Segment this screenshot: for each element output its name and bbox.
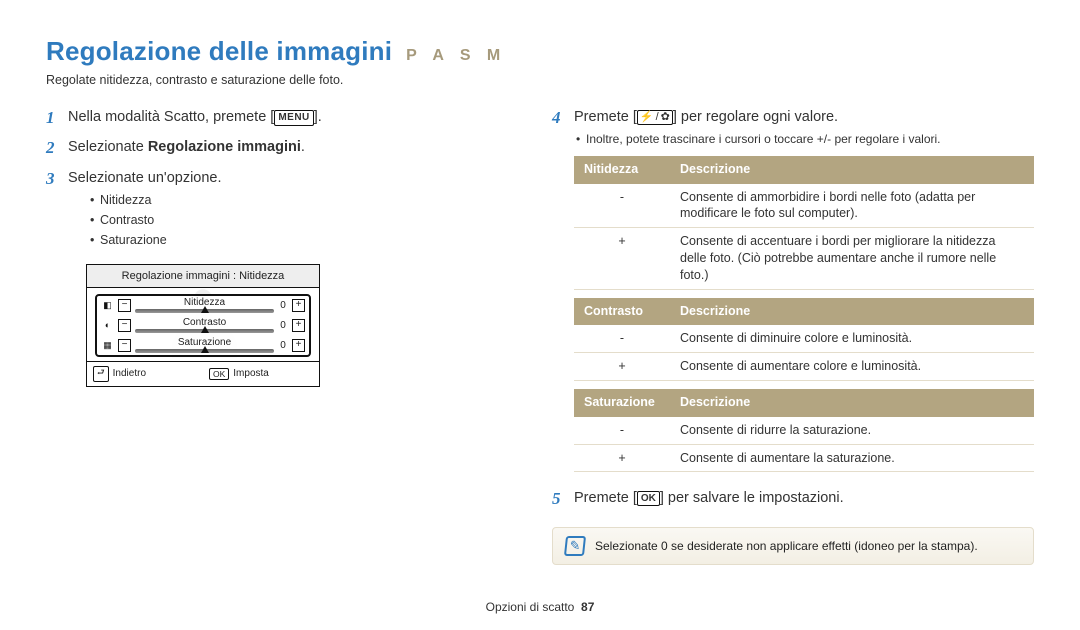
step-2-text-post: . [301,139,305,155]
cell-sign: - [574,184,670,228]
option-saturazione: Saturazione [90,230,506,250]
step-4-note: Inoltre, potete trascinare i cursori o t… [574,131,1034,148]
table-row: + Consente di aumentare colore e luminos… [574,353,1034,381]
plus-button[interactable]: + [292,339,305,352]
th-contrasto: Contrasto [574,298,670,326]
cell-text: Consente di aumentare colore e luminosit… [670,353,1034,381]
slider-value: 0 [278,340,288,351]
menu-icon: MENU [274,110,313,126]
slider-row-contrasto: ◐ − Contrasto 0 + [97,315,309,335]
step-5: Premete [OK] per salvare le impostazioni… [552,488,1034,508]
cell-text: Consente di aumentare la saturazione. [670,444,1034,472]
th-saturazione: Saturazione [574,389,670,417]
macro-icon: ✿ [661,111,670,124]
note-text: Selezionate 0 se desiderate non applicar… [595,539,978,553]
step-4-post: ] per regolare ogni valore. [673,109,838,125]
cell-sign: + [574,228,670,290]
option-nitidezza: Nitidezza [90,190,506,210]
footer-section: Opzioni di scatto [486,600,575,614]
slider-thumb-icon [201,326,209,333]
table-row: - Consente di ridurre la saturazione. [574,417,1034,444]
step-5-pre: Premete [ [574,490,637,506]
flash-icon: ⚡ [640,111,654,124]
th-nitidezza: Nitidezza [574,156,670,184]
contrast-row-icon: ◐ [101,320,114,331]
table-contrasto: Contrasto Descrizione - Consente di dimi… [574,298,1034,381]
footer-page-number: 87 [581,600,594,614]
table-row: + Consente di aumentare la saturazione. [574,444,1034,472]
minus-button[interactable]: − [118,319,131,332]
step-4-pre: Premete [ [574,109,637,125]
step-1-text-post: ]. [314,109,322,125]
slider-track[interactable] [135,309,274,313]
note-box: ✎ Selezionate 0 se desiderate non applic… [552,527,1034,565]
lcd-back-label: Indietro [113,368,146,379]
plus-button[interactable]: + [292,319,305,332]
ok-key-icon: OK [209,368,229,380]
step-2: Selezionate Regolazione immagini. [46,137,506,157]
back-key-icon: ⮐ [93,366,109,382]
saturation-row-icon: ▦ [101,340,114,351]
step-5-post: ] per salvare le impostazioni. [660,490,844,506]
table-saturazione: Saturazione Descrizione - Consente di ri… [574,389,1034,472]
slider-track[interactable] [135,349,274,353]
th-descrizione: Descrizione [670,298,1034,326]
step-1-text-pre: Nella modalità Scatto, premete [ [68,109,274,125]
th-descrizione: Descrizione [670,389,1034,417]
page-title: Regolazione delle immagini [46,36,392,67]
ok-key-icon: OK [637,491,660,506]
slider-value: 0 [278,320,288,331]
step-3: Selezionate un'opzione. Nitidezza Contra… [46,168,506,250]
minus-button[interactable]: − [118,339,131,352]
cell-sign: - [574,417,670,444]
cell-text: Consente di ammorbidire i bordi nelle fo… [670,184,1034,228]
step-1: Nella modalità Scatto, premete [MENU]. [46,107,506,127]
table-row: - Consente di diminuire colore e luminos… [574,325,1034,352]
cell-sign: + [574,444,670,472]
minus-button[interactable]: − [118,299,131,312]
flash-macro-icon: ⚡/✿ [637,110,673,125]
page-footer: Opzioni di scatto 87 [0,600,1080,614]
note-icon: ✎ [564,536,586,556]
mode-letters: P A S M [406,47,506,65]
slider-value: 0 [278,300,288,311]
table-nitidezza: Nitidezza Descrizione - Consente di ammo… [574,156,1034,290]
step-2-text-pre: Selezionate [68,139,148,155]
table-row: + Consente di accentuare i bordi per mig… [574,228,1034,290]
slider-row-nitidezza: ◧ − Nitidezza 0 + [97,296,309,315]
lcd-ok-label: Imposta [233,368,269,379]
sharpness-row-icon: ◧ [101,300,114,311]
step-4: Premete [⚡/✿] per regolare ogni valore. … [552,107,1034,472]
slider-thumb-icon [201,306,209,313]
lcd-preview: Regolazione immagini : Nitidezza ◧ − Nit… [86,264,320,387]
table-row: - Consente di ammorbidire i bordi nelle … [574,184,1034,228]
slider-track[interactable] [135,329,274,333]
cell-text: Consente di accentuare i bordi per migli… [670,228,1034,290]
page-subtitle: Regolate nitidezza, contrasto e saturazi… [46,73,1034,87]
th-descrizione: Descrizione [670,156,1034,184]
slider-row-saturazione: ▦ − Saturazione 0 + [97,335,309,355]
step-2-bold: Regolazione immagini [148,139,301,155]
cell-sign: - [574,325,670,352]
plus-button[interactable]: + [292,299,305,312]
cell-sign: + [574,353,670,381]
cell-text: Consente di ridurre la saturazione. [670,417,1034,444]
cell-text: Consente di diminuire colore e luminosit… [670,325,1034,352]
step-3-text: Selezionate un'opzione. [68,170,222,186]
option-contrasto: Contrasto [90,210,506,230]
slider-thumb-icon [201,346,209,353]
